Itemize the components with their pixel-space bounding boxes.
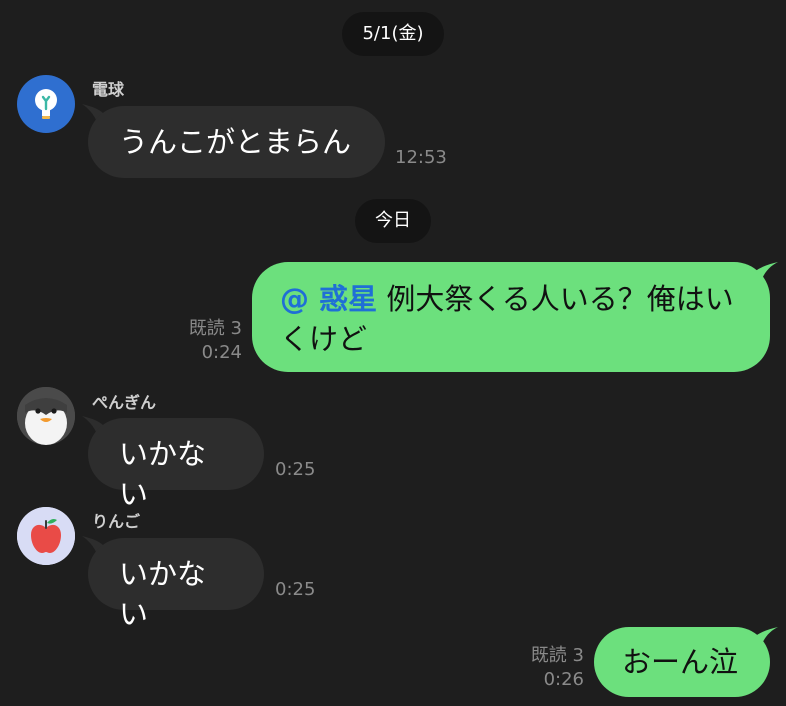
bubble-tail — [754, 627, 778, 649]
read-receipt: 既読 3 — [530, 645, 584, 666]
bubble-tail — [754, 262, 778, 284]
mention-link[interactable]: @ 惑星 — [280, 282, 377, 316]
avatar[interactable] — [17, 387, 75, 445]
message-bubble[interactable]: いかない — [88, 418, 264, 511]
message-line: @ 惑星 例大祭くる人いる？俺はい — [280, 279, 742, 319]
sender-name: ぺんぎん — [92, 393, 157, 412]
date-separator: 今日 — [355, 199, 431, 243]
message-time: 0:25 — [275, 579, 316, 600]
date-separator: 5/1(金) — [342, 12, 444, 56]
message-bubble[interactable]: @ 惑星 例大祭くる人いる？俺はい くけど — [252, 262, 770, 372]
message-bubble[interactable]: うんこがとまらん — [88, 106, 385, 178]
message-bubble[interactable]: おーん泣 — [594, 627, 770, 697]
read-receipt: 既読 3 — [188, 318, 242, 339]
lightbulb-icon — [35, 89, 57, 119]
message-time: 0:24 — [201, 342, 242, 363]
apple-icon — [17, 507, 75, 565]
message-text: 例大祭くる人いる？俺はい — [377, 282, 734, 316]
message-bubble[interactable]: いかない — [88, 538, 264, 631]
sender-name: りんご — [92, 512, 141, 531]
sender-name: 電球 — [92, 80, 125, 99]
message-time: 0:25 — [275, 459, 316, 480]
penguin-icon — [17, 387, 75, 445]
message-time: 12:53 — [395, 147, 447, 168]
message-line: くけど — [280, 322, 368, 356]
message-time: 0:26 — [543, 669, 584, 690]
avatar[interactable] — [17, 507, 75, 565]
avatar[interactable] — [17, 75, 75, 133]
